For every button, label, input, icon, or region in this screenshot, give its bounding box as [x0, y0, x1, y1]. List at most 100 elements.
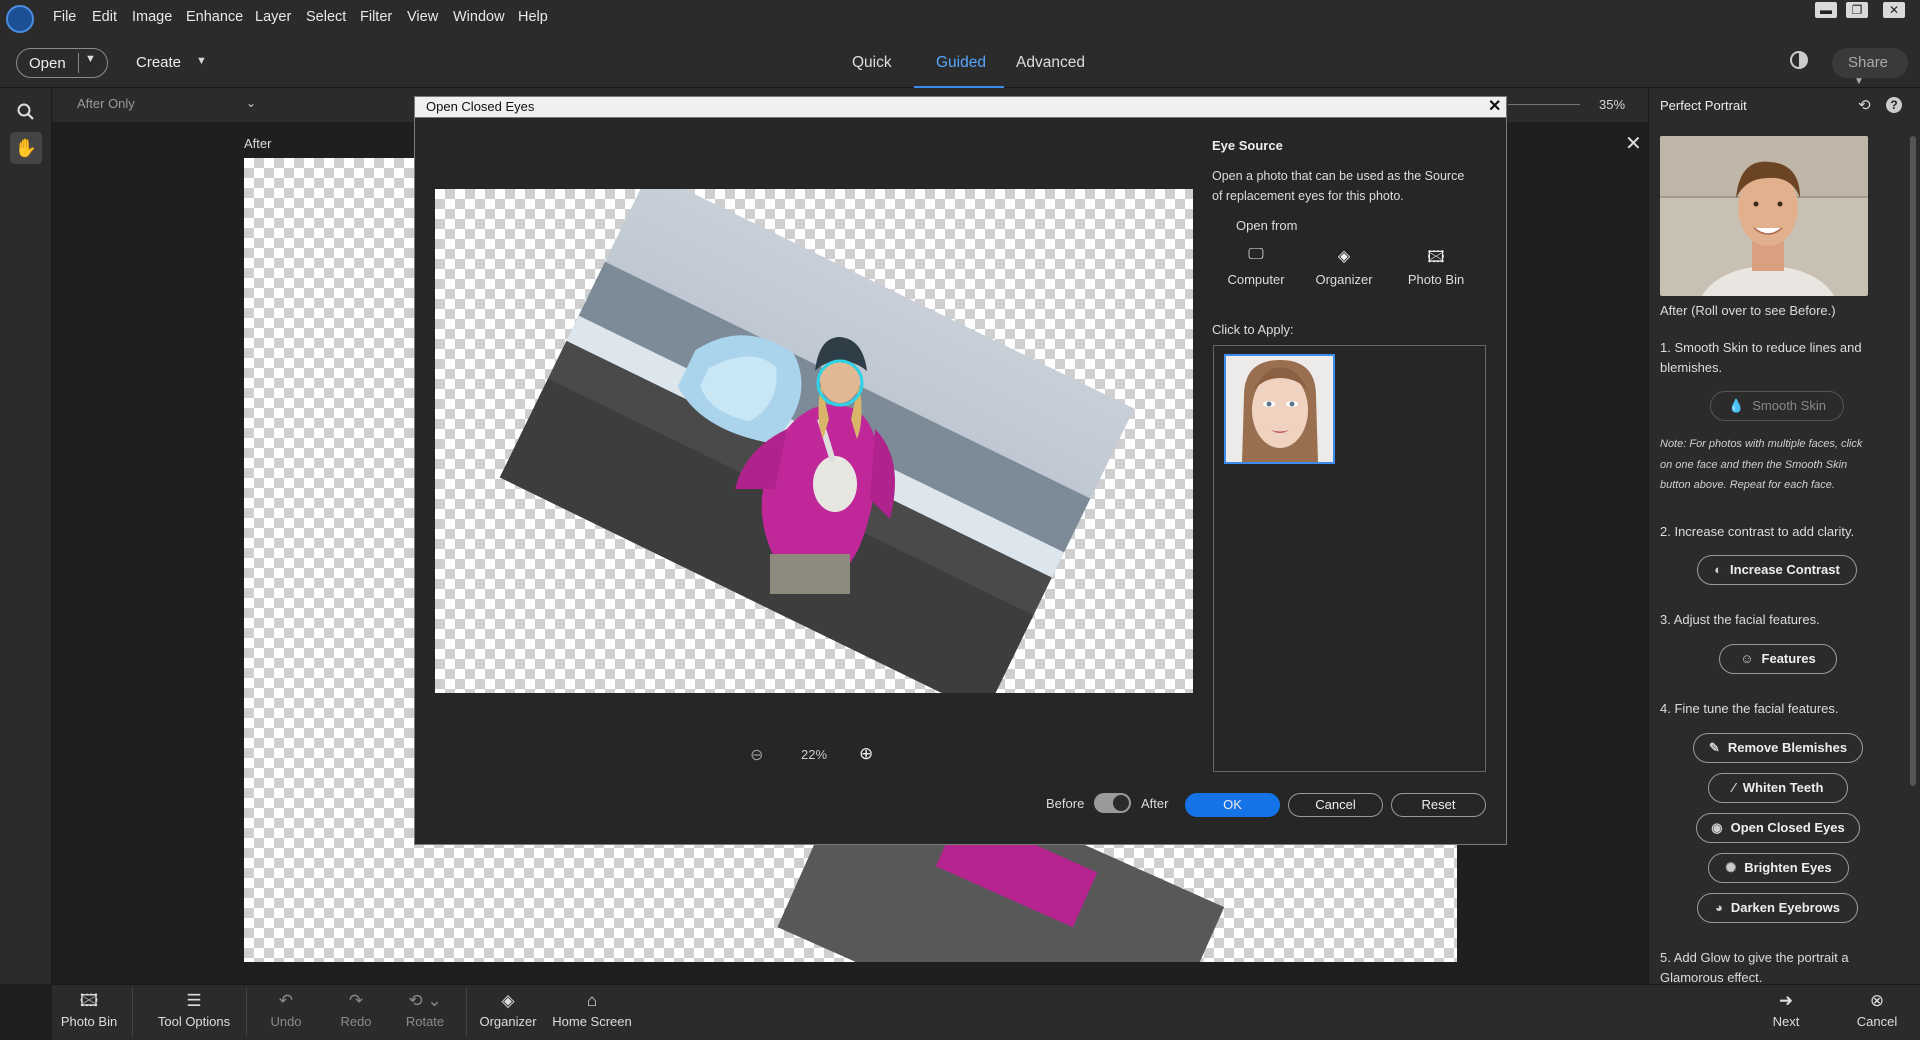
- eye-source-thumbnail[interactable]: [1224, 354, 1335, 464]
- increase-contrast-button[interactable]: ◐ Increase Contrast: [1697, 555, 1857, 585]
- menu-help[interactable]: Help: [518, 9, 548, 25]
- panel-scrollbar[interactable]: [1910, 136, 1916, 786]
- create-button[interactable]: Create: [136, 54, 181, 71]
- menu-view[interactable]: View: [407, 9, 438, 25]
- smooth-skin-button[interactable]: 💧 Smooth Skin: [1710, 391, 1844, 421]
- hand-tool-icon[interactable]: ✋: [10, 132, 42, 164]
- remove-blemishes-button[interactable]: ✎ Remove Blemishes: [1693, 733, 1863, 763]
- rotate-label: Rotate: [405, 1014, 445, 1029]
- next-button[interactable]: ➜ Next: [1764, 988, 1808, 1029]
- organizer-source-label: Organizer: [1315, 272, 1373, 287]
- photo-bin-button[interactable]: 🖾 Photo Bin: [58, 988, 120, 1029]
- rotate-icon: ⟲ ⌄: [408, 991, 442, 1010]
- after-toggle-label: After: [1141, 796, 1169, 811]
- share-button[interactable]: Share ▼: [1832, 48, 1908, 87]
- open-from-label: Open from: [1236, 218, 1298, 233]
- step2-text: 2. Increase contrast to add clarity.: [1660, 524, 1855, 539]
- whiten-teeth-button[interactable]: ⁄ Whiten Teeth: [1708, 773, 1848, 803]
- redo-button[interactable]: ↷ Redo: [334, 988, 378, 1029]
- dialog-close-icon[interactable]: ✕: [1488, 96, 1501, 116]
- zoom-percent: 35%: [1599, 97, 1626, 112]
- open-divider: [78, 53, 79, 73]
- cancel-guided-button[interactable]: ⊗ Cancel: [1852, 988, 1902, 1029]
- dialog-preview-canvas[interactable]: [435, 189, 1193, 693]
- photo-bin-source-label: Photo Bin: [1407, 272, 1465, 287]
- open-dropdown-icon[interactable]: ▼: [85, 53, 96, 65]
- home-screen-button[interactable]: ⌂ Home Screen: [550, 988, 634, 1029]
- darken-eyebrows-button[interactable]: ◕ Darken Eyebrows: [1697, 893, 1858, 923]
- help-icon[interactable]: ?: [1886, 97, 1902, 113]
- remove-blemishes-label: Remove Blemishes: [1727, 740, 1848, 755]
- undo-button[interactable]: ↶ Undo: [264, 988, 308, 1029]
- undo-icon: ↶: [278, 991, 294, 1010]
- before-label: Before: [1046, 796, 1085, 811]
- zoom-slider[interactable]: [1508, 104, 1580, 105]
- before-after-toggle[interactable]: [1094, 793, 1131, 813]
- photo-bin-label: Photo Bin: [60, 1014, 118, 1029]
- dialog-zoom-value: 22%: [801, 747, 828, 762]
- menu-enhance[interactable]: Enhance: [186, 9, 243, 25]
- organizer-icon: ◈: [1337, 248, 1351, 265]
- share-label: Share: [1848, 54, 1889, 71]
- chevron-down-icon[interactable]: ⌄: [246, 96, 256, 110]
- open-closed-eyes-label: Open Closed Eyes: [1730, 820, 1845, 835]
- tab-advanced[interactable]: Advanced: [1016, 54, 1085, 72]
- theme-toggle-icon[interactable]: [1790, 51, 1808, 69]
- divider: [466, 988, 467, 1036]
- contrast-icon: ◐: [1714, 562, 1723, 577]
- menu-filter[interactable]: Filter: [360, 9, 392, 25]
- zoom-tool-icon[interactable]: [10, 96, 42, 128]
- zoom-out-icon[interactable]: ⊖: [750, 745, 763, 765]
- menu-layer[interactable]: Layer: [255, 9, 291, 25]
- tool-options-label: Tool Options: [157, 1014, 231, 1029]
- panel-title: Perfect Portrait: [1660, 98, 1747, 113]
- reset-button[interactable]: Reset: [1391, 793, 1486, 817]
- click-to-apply-label: Click to Apply:: [1212, 322, 1294, 337]
- view-mode-select[interactable]: After Only: [77, 96, 135, 111]
- create-dropdown-icon[interactable]: ▼: [196, 55, 207, 67]
- close-icon[interactable]: ✕: [1625, 131, 1642, 156]
- tool-options-button[interactable]: ☰ Tool Options: [154, 988, 234, 1029]
- cancel-circle-icon: ⊗: [1869, 991, 1885, 1010]
- darken-eyebrows-label: Darken Eyebrows: [1730, 900, 1840, 915]
- app-logo-icon[interactable]: [6, 5, 34, 33]
- bottom-bar: [52, 984, 1920, 1040]
- redo-icon: ↷: [348, 991, 364, 1010]
- source-computer-button[interactable]: 🖵 Computer: [1227, 246, 1285, 287]
- rotate-button[interactable]: ⟲ ⌄ Rotate: [400, 988, 450, 1029]
- menu-image[interactable]: Image: [132, 9, 172, 25]
- zoom-in-icon[interactable]: ⊕: [859, 744, 873, 764]
- next-label: Next: [1772, 1014, 1800, 1029]
- computer-label: Computer: [1227, 272, 1285, 287]
- close-app-button[interactable]: ✕: [1883, 2, 1905, 18]
- whiten-teeth-label: Whiten Teeth: [1742, 780, 1824, 795]
- after-label: After: [244, 136, 272, 151]
- minimize-button[interactable]: ▬: [1815, 2, 1837, 18]
- source-organizer-button[interactable]: ◈ Organizer: [1313, 246, 1375, 287]
- eye-source-title: Eye Source: [1212, 138, 1283, 153]
- organizer-button[interactable]: ◈ Organizer: [476, 988, 540, 1029]
- restore-button[interactable]: ❐: [1846, 2, 1868, 18]
- ok-button[interactable]: OK: [1185, 793, 1280, 817]
- menu-edit[interactable]: Edit: [92, 9, 117, 25]
- cancel-button[interactable]: Cancel: [1288, 793, 1383, 817]
- bandage-icon: ✎: [1708, 740, 1720, 755]
- photo-caption: After (Roll over to see Before.): [1660, 303, 1836, 318]
- menu-file[interactable]: File: [53, 9, 76, 25]
- tab-guided[interactable]: Guided: [936, 54, 986, 72]
- features-button[interactable]: ☺ Features: [1719, 644, 1837, 674]
- menu-window[interactable]: Window: [453, 9, 505, 25]
- tab-quick[interactable]: Quick: [852, 54, 892, 72]
- brighten-eyes-label: Brighten Eyes: [1744, 860, 1832, 875]
- open-closed-eyes-button[interactable]: ◉ Open Closed Eyes: [1696, 813, 1860, 843]
- source-photo-bin-button[interactable]: 🖾 Photo Bin: [1405, 246, 1467, 287]
- preview-photo[interactable]: [1660, 136, 1868, 296]
- brighten-eyes-button[interactable]: ✺ Brighten Eyes: [1708, 853, 1849, 883]
- toggle-knob: [1113, 795, 1129, 811]
- redo-label: Redo: [340, 1014, 372, 1029]
- eyebrow-icon: ◕: [1715, 900, 1723, 915]
- reset-panel-icon[interactable]: ⟲: [1858, 96, 1871, 114]
- open-button[interactable]: Open ▼: [16, 48, 108, 78]
- increase-contrast-label: Increase Contrast: [1730, 562, 1840, 577]
- menu-select[interactable]: Select: [306, 9, 346, 25]
